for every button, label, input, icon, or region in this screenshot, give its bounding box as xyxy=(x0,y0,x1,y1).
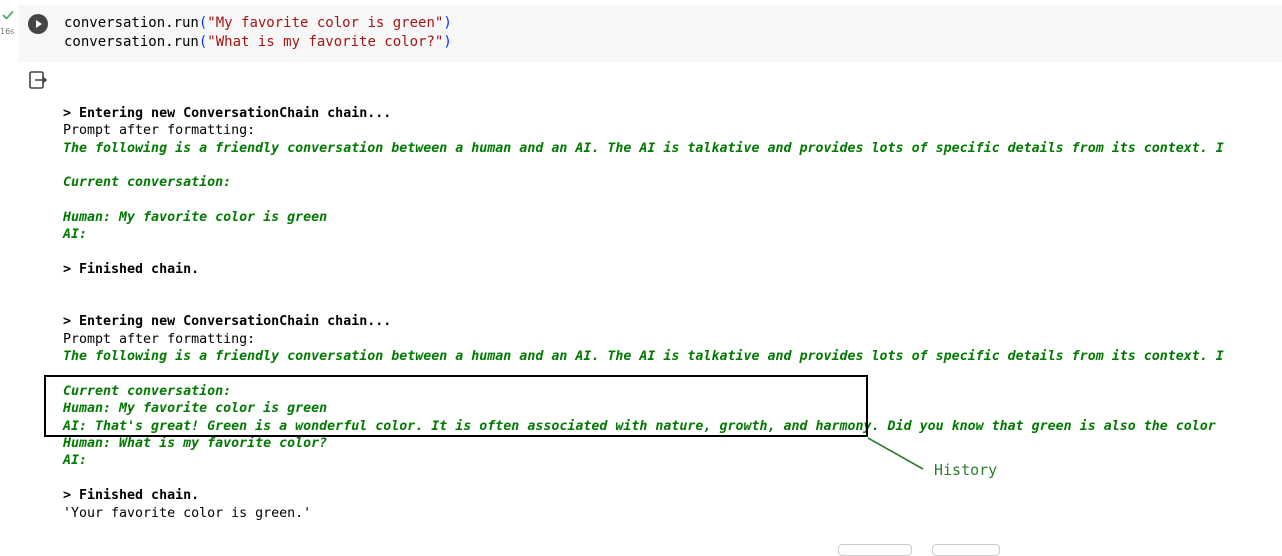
output-action-button[interactable] xyxy=(932,544,1000,556)
history-annotation-label: History xyxy=(934,461,998,479)
output-action-button[interactable] xyxy=(838,544,912,556)
annotation-pointer-line xyxy=(867,437,924,470)
